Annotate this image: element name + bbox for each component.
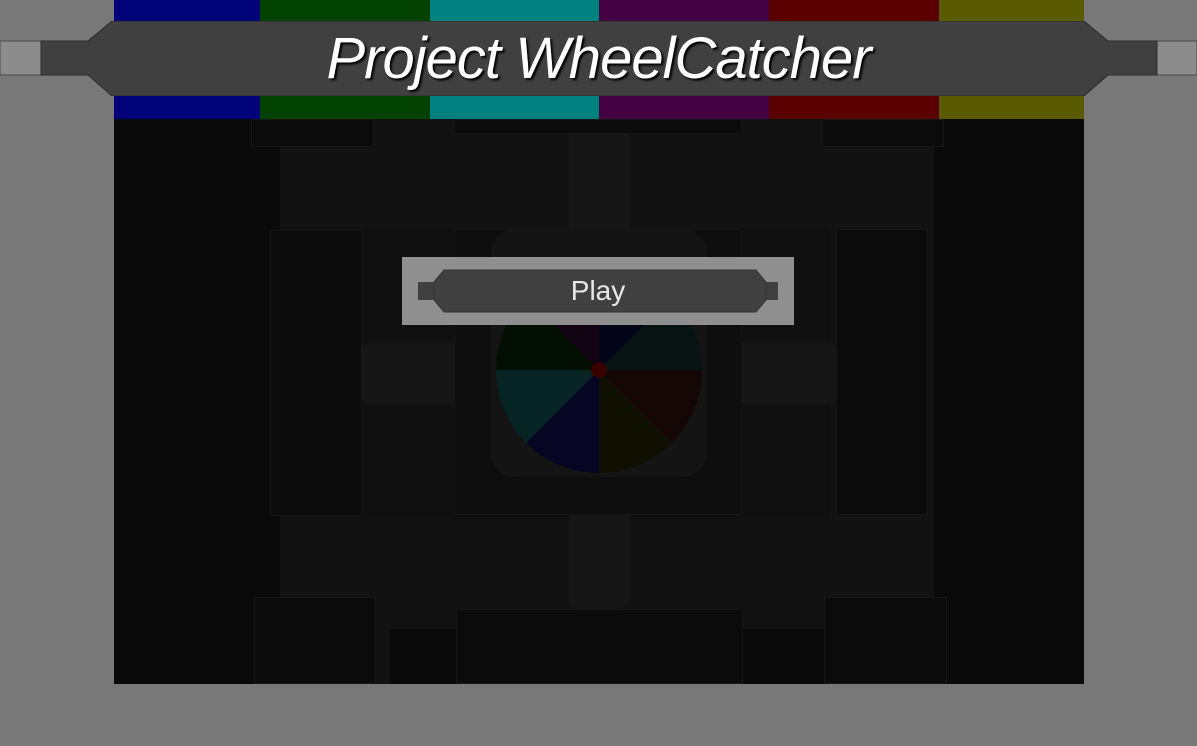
title-banner: Project WheelCatcher	[0, 21, 1197, 96]
game-title: Project WheelCatcher	[326, 26, 871, 91]
stripe-cyan	[430, 0, 599, 21]
stripe-green	[260, 96, 430, 119]
pad-bottom-right	[824, 597, 947, 684]
stripe-blue	[114, 96, 260, 119]
wheel-hub	[591, 362, 607, 378]
play-panel: Play	[402, 257, 794, 325]
stripe-red	[769, 96, 939, 119]
top-color-stripes	[114, 0, 1084, 21]
pad-left	[270, 230, 362, 516]
pad-right	[836, 229, 928, 515]
stripe-yellow	[939, 96, 1084, 119]
pad-top-left	[251, 119, 374, 147]
pad-top-right	[822, 119, 944, 147]
stripe-purple	[599, 0, 769, 21]
stripe-yellow	[939, 0, 1084, 21]
stripe-blue	[114, 0, 260, 21]
pad-bottom-center	[456, 609, 743, 684]
play-button[interactable]: Play	[402, 275, 794, 307]
stripe-cyan	[430, 96, 599, 119]
pad-top-center	[454, 119, 742, 134]
stripe-purple	[599, 96, 769, 119]
game-arena	[114, 119, 1084, 684]
stripe-green	[260, 0, 430, 21]
stripe-red	[769, 0, 939, 21]
bottom-color-stripes	[114, 96, 1084, 119]
pad-bottom-left	[254, 597, 376, 684]
